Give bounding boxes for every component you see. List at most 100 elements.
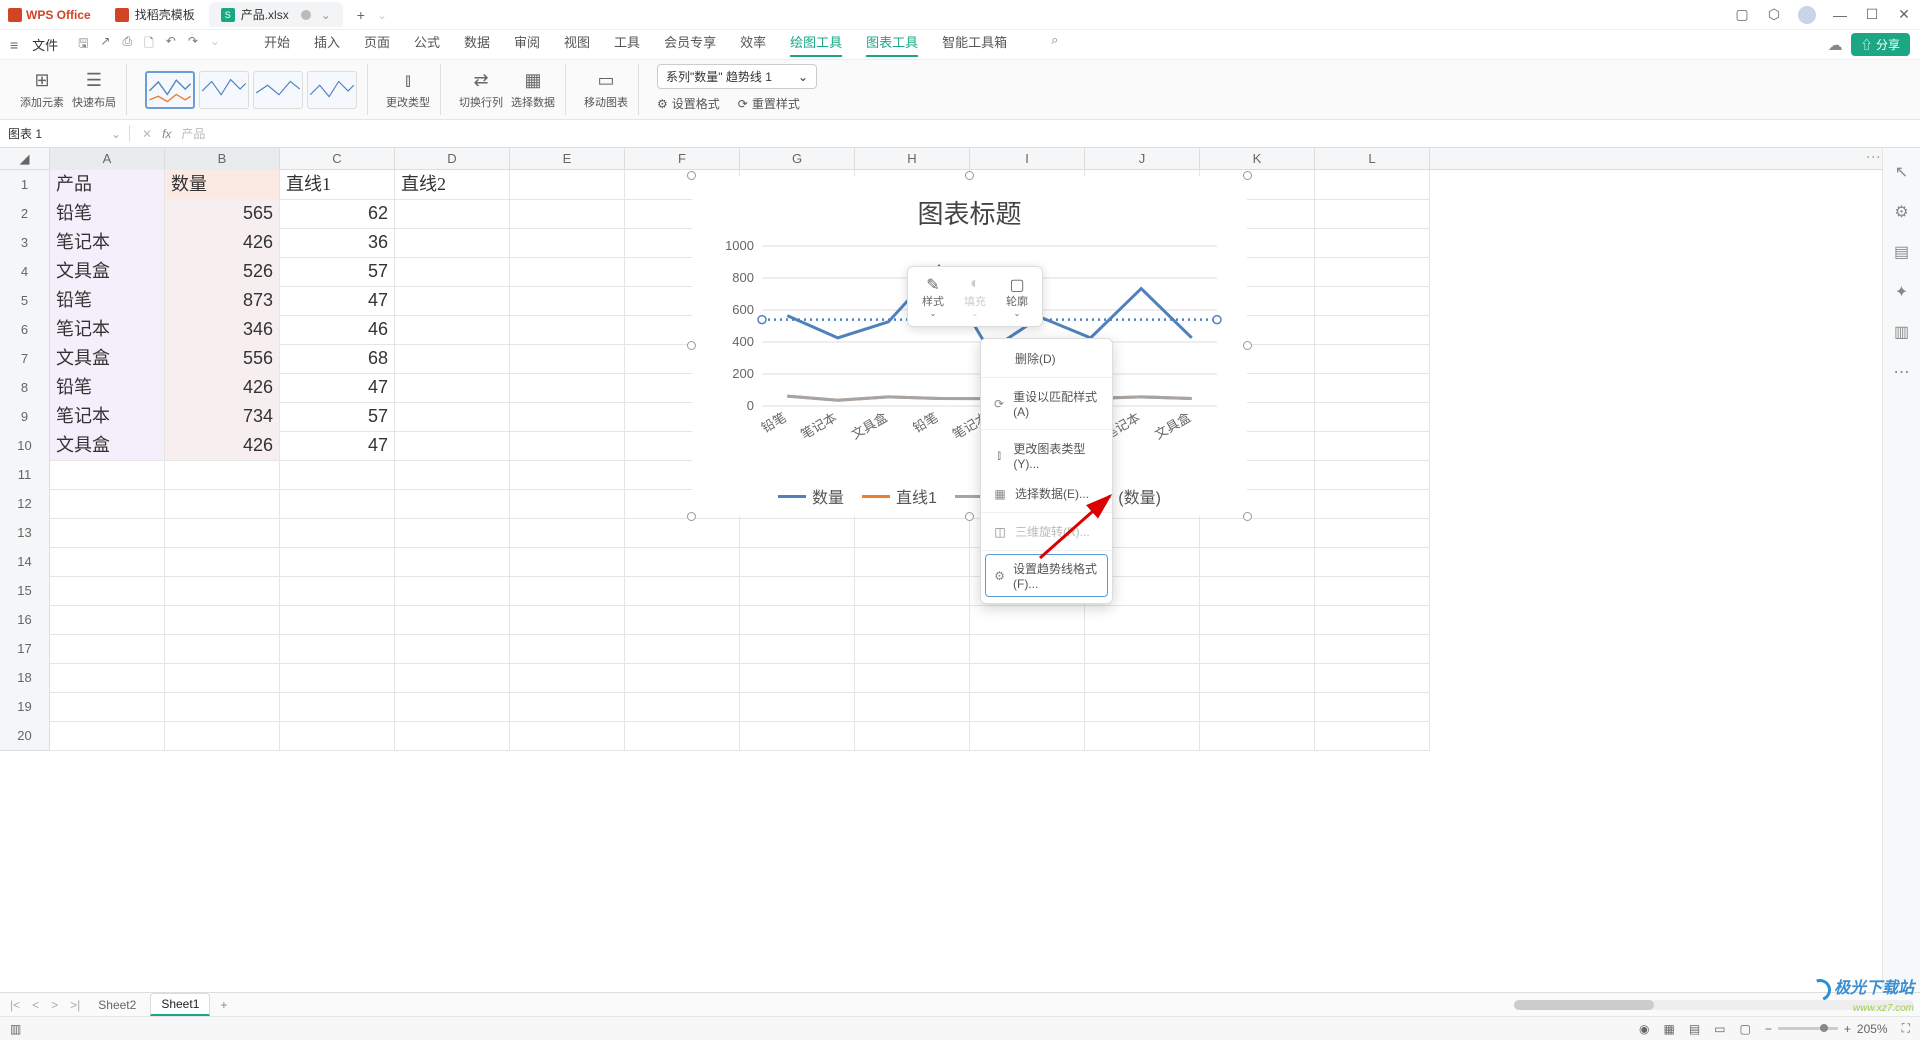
add-element-button[interactable]: ⊞添加元素 [20,70,64,110]
zoom-control[interactable]: − + 205% [1765,1022,1888,1036]
cell[interactable] [1315,286,1430,316]
cell[interactable]: 直线2 [395,170,510,200]
cell[interactable]: 47 [280,286,395,316]
resize-handle[interactable] [965,512,974,521]
cell[interactable] [625,663,740,693]
adjust-icon[interactable]: ✦ [1895,282,1908,302]
cell[interactable]: 565 [165,199,280,229]
cell[interactable] [395,344,510,374]
cell[interactable]: 46 [280,315,395,345]
cell[interactable] [395,634,510,664]
col-L[interactable]: L [1315,148,1430,170]
switch-rowcol-button[interactable]: ⇄切换行列 [459,70,503,110]
cell[interactable] [280,460,395,490]
cell[interactable] [1315,605,1430,635]
undo-icon[interactable]: ↶ [166,34,176,55]
menu-insert[interactable]: 插入 [314,32,340,57]
cell[interactable] [1315,199,1430,229]
change-chart-type-button[interactable]: ⫾更改类型 [386,70,430,110]
cell[interactable]: 铅笔 [50,373,165,403]
cell[interactable] [510,518,625,548]
cell[interactable] [50,605,165,635]
cell[interactable]: 426 [165,431,280,461]
cell[interactable] [165,547,280,577]
row-header[interactable]: 1 [0,170,50,200]
cell[interactable]: 426 [165,228,280,258]
cell[interactable] [740,547,855,577]
menu-page[interactable]: 页面 [364,32,390,57]
col-I[interactable]: I [970,148,1085,170]
close-button[interactable]: ✕ [1896,6,1912,23]
cell[interactable] [1315,402,1430,432]
tab-overflow[interactable]: ⌄ [377,8,387,22]
cell[interactable] [740,634,855,664]
cell[interactable] [280,721,395,751]
cancel-icon[interactable]: ✕ [142,127,152,141]
view-reader-icon[interactable]: ▢ [1740,1022,1751,1036]
cell[interactable] [165,634,280,664]
cell[interactable] [740,576,855,606]
cell[interactable] [1200,605,1315,635]
cell[interactable] [625,547,740,577]
cell[interactable] [1200,518,1315,548]
cell[interactable] [1085,692,1200,722]
cell[interactable] [50,576,165,606]
set-format-button[interactable]: ⚙设置格式 [657,95,720,112]
reset-style-button[interactable]: ⟳重置样式 [738,95,800,112]
menu-tools[interactable]: 工具 [614,32,640,57]
cell[interactable] [395,576,510,606]
cell[interactable] [510,228,625,258]
resize-handle[interactable] [965,171,974,180]
cell[interactable] [1200,576,1315,606]
chart-style-3[interactable] [253,71,303,109]
new-tab-button[interactable]: + [351,5,371,25]
outline-button[interactable]: ▢轮廓⌄ [996,271,1038,322]
spreadsheet-grid[interactable]: ◢ A B C D E F G H I J K L 1产品数量直线1直线22铅笔… [0,148,1882,992]
menu-efficiency[interactable]: 效率 [740,32,766,57]
cell[interactable]: 直线1 [280,170,395,200]
cell[interactable] [1315,518,1430,548]
cell[interactable] [1315,721,1430,751]
maximize-button[interactable]: ☐ [1864,6,1880,23]
sheet-next[interactable]: > [47,998,62,1012]
cell[interactable] [510,576,625,606]
menu-drawing-tools[interactable]: 绘图工具 [790,32,842,57]
cell[interactable] [165,605,280,635]
cell[interactable] [50,460,165,490]
cell[interactable] [1315,228,1430,258]
cell[interactable] [510,344,625,374]
cell[interactable] [1200,634,1315,664]
col-D[interactable]: D [395,148,510,170]
cell[interactable] [395,605,510,635]
layout-icon[interactable]: ▢ [1734,6,1750,23]
col-A[interactable]: A [50,148,165,170]
cell[interactable] [50,634,165,664]
cell[interactable] [510,663,625,693]
cell[interactable] [1085,605,1200,635]
hamburger-icon[interactable]: ≡ [10,37,18,53]
cursor-icon[interactable]: ↖ [1895,162,1908,182]
menu-start[interactable]: 开始 [264,32,290,57]
cell[interactable]: 556 [165,344,280,374]
name-box[interactable]: 图表 1 ⌄ [0,125,130,142]
cell[interactable] [510,402,625,432]
cell[interactable] [1085,721,1200,751]
cell[interactable] [50,489,165,519]
cell[interactable]: 笔记本 [50,402,165,432]
row-header[interactable]: 12 [0,489,50,519]
cell[interactable]: 346 [165,315,280,345]
col-H[interactable]: H [855,148,970,170]
resize-handle[interactable] [687,171,696,180]
cell[interactable]: 734 [165,402,280,432]
row-header[interactable]: 10 [0,431,50,461]
cell[interactable] [395,286,510,316]
cell[interactable]: 文具盒 [50,257,165,287]
row-header[interactable]: 6 [0,315,50,345]
cell[interactable] [1200,692,1315,722]
cell[interactable] [510,286,625,316]
cell[interactable] [625,576,740,606]
cell[interactable] [510,547,625,577]
row-header[interactable]: 19 [0,692,50,722]
cell[interactable] [165,518,280,548]
cell[interactable] [1315,344,1430,374]
